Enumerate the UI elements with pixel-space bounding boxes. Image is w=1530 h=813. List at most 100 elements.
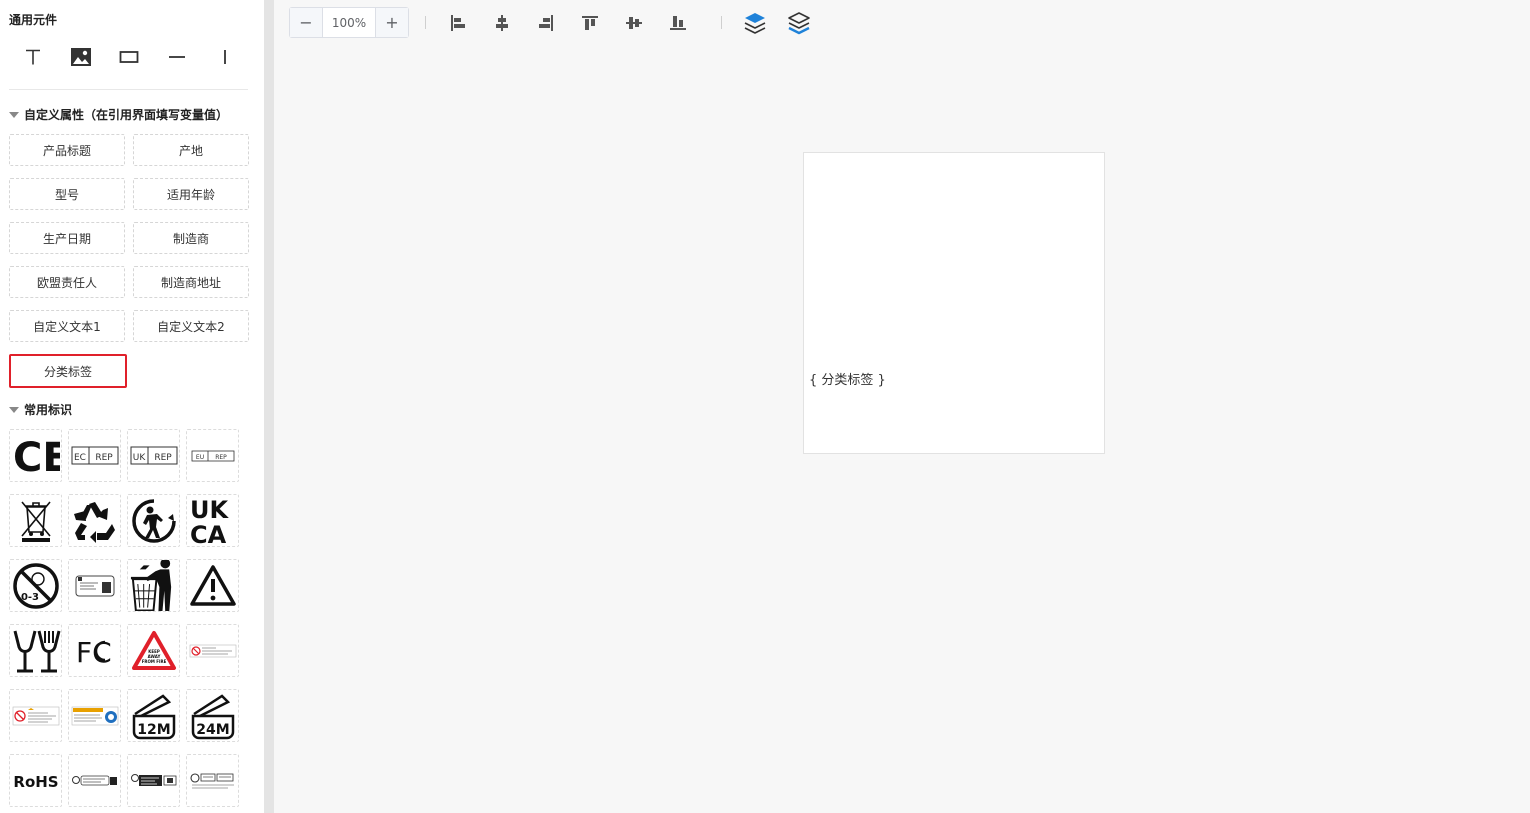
ce-mark-text: CE: [13, 436, 60, 476]
prop-age-range[interactable]: 适用年龄: [133, 178, 249, 210]
image-tool[interactable]: [66, 42, 96, 72]
toolbar-separator: [721, 16, 722, 29]
recycling-info-label-3-icon: [189, 772, 234, 788]
recycling-info-label-icon: [71, 775, 117, 785]
pao-24m-icon: 24M: [191, 693, 234, 739]
align-right-icon: [539, 15, 553, 31]
collapse-triangle-icon: [9, 111, 19, 118]
prop-eu-responsible[interactable]: 欧盟责任人: [9, 266, 125, 298]
symbol-fcc[interactable]: FC: [68, 624, 121, 677]
canvas-category-tag-element[interactable]: { 分类标签 }: [809, 369, 886, 388]
send-backward-icon: [788, 12, 810, 35]
editor-toolbar: − 100% +: [274, 0, 1530, 46]
fcc-mark-icon: FC: [76, 636, 112, 668]
symbol-ce[interactable]: CE: [9, 429, 62, 482]
symbol-no-under-3[interactable]: 0-3: [9, 559, 62, 612]
symbol-warning[interactable]: [186, 559, 239, 612]
prop-custom-text-2[interactable]: 自定义文本2: [133, 310, 249, 342]
symbol-triman-label[interactable]: [68, 559, 121, 612]
keep-away-line-3: FROM FIRE: [141, 659, 166, 664]
zoom-in-button[interactable]: +: [376, 8, 408, 37]
send-backward-button[interactable]: [785, 9, 813, 37]
warning-label-small-icon: [12, 706, 59, 725]
symbol-recycling-info-label-2[interactable]: [127, 754, 180, 807]
symbol-eu-rep[interactable]: EU REP: [186, 429, 239, 482]
collapse-triangle-icon: [9, 406, 19, 413]
prop-manufacturer-address[interactable]: 制造商地址: [133, 266, 249, 298]
common-symbols-title-text: 常用标识: [24, 403, 73, 417]
no-under-3-icon: 0-3: [12, 562, 59, 609]
align-top-button[interactable]: [576, 9, 604, 37]
food-safe-icon: [13, 630, 60, 672]
ec-rep-left: EC: [74, 453, 86, 463]
symbol-food-safe[interactable]: [9, 624, 62, 677]
prop-production-date[interactable]: 生产日期: [9, 222, 125, 254]
symbol-warning-label-small[interactable]: [9, 689, 62, 742]
horizontal-line-tool[interactable]: [162, 42, 192, 72]
eu-rep-icon: EU REP: [191, 450, 234, 461]
pao-12m-text: 12M: [137, 722, 170, 738]
symbol-weee[interactable]: [9, 494, 62, 547]
toolbar-separator: [425, 16, 426, 29]
text-icon: [26, 49, 40, 65]
tidyman-bin-icon: [130, 560, 172, 611]
prop-manufacturer[interactable]: 制造商: [133, 222, 249, 254]
common-symbols-title[interactable]: 常用标识: [9, 401, 72, 418]
zoom-control: − 100% +: [289, 7, 409, 38]
prop-category-tag[interactable]: 分类标签: [9, 354, 127, 388]
symbol-uk-rep[interactable]: UK REP: [127, 429, 180, 482]
eu-rep-left: EU: [195, 454, 203, 461]
symbol-pao-24m[interactable]: 24M: [186, 689, 239, 742]
tidyman-recycle-icon: [131, 498, 176, 543]
ec-rep-icon: EC REP: [71, 446, 118, 464]
ukca-bottom: CA: [190, 521, 227, 545]
symbol-rohs[interactable]: RoHS: [9, 754, 62, 807]
bring-forward-icon: [744, 13, 766, 34]
symbol-recycle[interactable]: [68, 494, 121, 547]
symbol-tidyman-recycle[interactable]: [127, 494, 180, 547]
text-tool[interactable]: [18, 42, 48, 72]
custom-properties-title[interactable]: 自定义属性（在引用界面填写变量值）: [9, 106, 228, 123]
rohs-text: RoHS: [13, 773, 58, 791]
ce-mark-icon: CE: [13, 436, 60, 476]
prop-product-title[interactable]: 产品标题: [9, 134, 125, 166]
pao-24m-text: 24M: [196, 722, 229, 738]
align-horizontal-center-button[interactable]: [488, 9, 516, 37]
align-top-icon: [582, 16, 598, 30]
uk-rep-left: UK: [132, 453, 146, 463]
align-bottom-button[interactable]: [664, 9, 692, 37]
label-canvas[interactable]: { 分类标签 }: [803, 152, 1105, 454]
ukca-top: UK: [190, 497, 229, 524]
pao-12m-icon: 12M: [132, 693, 175, 739]
symbol-ec-rep[interactable]: EC REP: [68, 429, 121, 482]
symbol-pao-12m[interactable]: 12M: [127, 689, 180, 742]
symbol-choking-warning-label[interactable]: [186, 624, 239, 677]
symbol-recycling-info-label-3[interactable]: [186, 754, 239, 807]
symbol-recycling-info-label[interactable]: [68, 754, 121, 807]
rectangle-icon: [119, 51, 139, 63]
vertical-line-tool[interactable]: [210, 42, 240, 72]
align-vertical-center-icon: [626, 17, 642, 29]
symbol-ukca[interactable]: UK CA: [186, 494, 239, 547]
custom-properties-title-text: 自定义属性（在引用界面填写变量值）: [24, 108, 229, 122]
symbol-keep-away-fire[interactable]: KEEP AWAY FROM FIRE: [127, 624, 180, 677]
zoom-value[interactable]: 100%: [322, 8, 376, 37]
align-vertical-center-button[interactable]: [620, 9, 648, 37]
symbol-warning-label-orange[interactable]: [68, 689, 121, 742]
sidebar-scrollbar[interactable]: [264, 0, 274, 813]
rectangle-tool[interactable]: [114, 42, 144, 72]
align-left-button[interactable]: [444, 9, 472, 37]
symbol-tidyman-bin[interactable]: [127, 559, 180, 612]
align-right-button[interactable]: [532, 9, 560, 37]
uk-rep-right: REP: [154, 453, 172, 463]
prop-origin[interactable]: 产地: [133, 134, 249, 166]
zoom-out-button[interactable]: −: [290, 8, 322, 37]
prop-custom-text-1[interactable]: 自定义文本1: [9, 310, 125, 342]
eu-rep-right: REP: [215, 454, 227, 461]
prop-model[interactable]: 型号: [9, 178, 125, 210]
ukca-mark-icon: UK CA: [190, 497, 229, 545]
weee-bin-icon: [20, 500, 51, 542]
bring-forward-button[interactable]: [741, 9, 769, 37]
keep-away-from-fire-icon: KEEP AWAY FROM FIRE: [131, 630, 176, 670]
warning-label-orange-icon: [71, 706, 118, 725]
